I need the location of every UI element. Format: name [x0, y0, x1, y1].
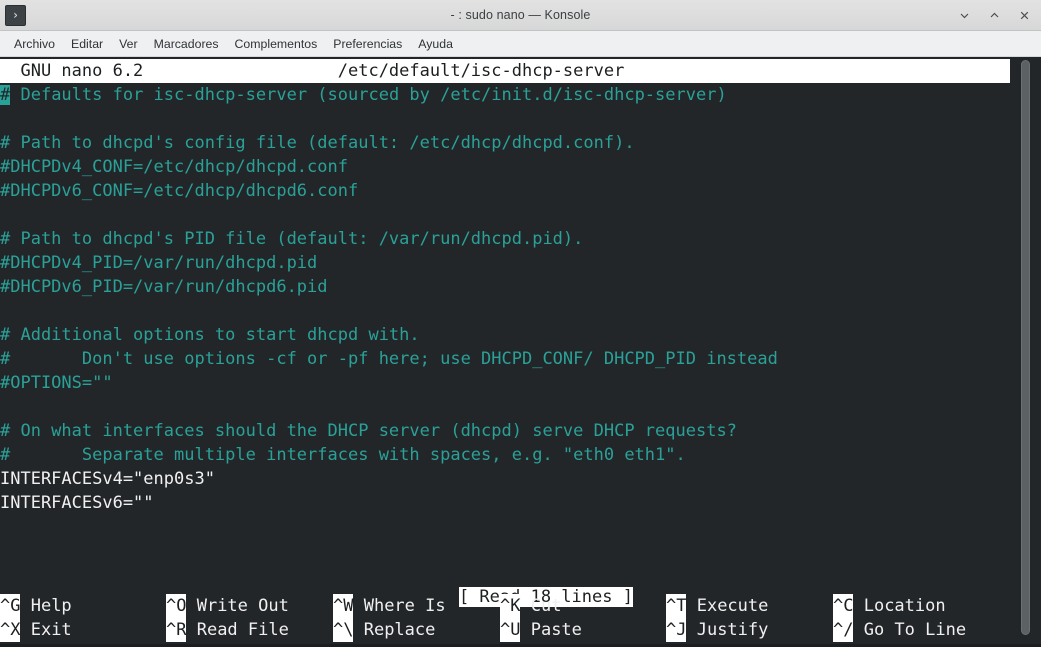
shortcut-key: ^/ [833, 618, 854, 642]
shortcut-key: ^U [500, 618, 521, 642]
menu-item-ver[interactable]: Ver [111, 34, 145, 54]
editor-line[interactable]: #DHCPDv4_CONF=/etc/dhcp/dhcpd.conf [0, 155, 1041, 179]
shortcut-read-file[interactable]: ^R Read File [166, 618, 289, 642]
editor-line[interactable]: # Defaults for isc-dhcp-server (sourced … [0, 83, 1041, 107]
menu-item-archivo[interactable]: Archivo [6, 34, 63, 54]
shortcut-key: ^T [666, 594, 687, 618]
shortcut-key: ^R [166, 618, 187, 642]
shortcut-where-is[interactable]: ^W Where Is [333, 594, 446, 618]
shortcut-location[interactable]: ^C Location [833, 594, 946, 618]
vertical-scrollbar[interactable] [1010, 57, 1041, 644]
shortcut-key: ^K [500, 594, 521, 618]
shortcut-help[interactable]: ^G Help [0, 594, 72, 618]
window-title: - : sudo nano — Konsole [450, 8, 591, 22]
nano-shortcut-bars: ^G Help ^O Write Out ^W Where Is ^K Cut ^T E… [0, 594, 1010, 642]
editor-line[interactable]: # Don't use options -cf or -pf here; use… [0, 347, 1041, 371]
nano-status-row: [ Read 18 lines ] [0, 561, 1010, 607]
shortcut-label: Exit [20, 620, 72, 640]
shortcut-row-2: ^X Exit ^R Read File ^\ Replace ^U Paste ^J … [0, 618, 1010, 642]
shortcut-label: Replace [353, 620, 436, 640]
shortcut-label: Go To Line [853, 620, 967, 640]
shortcut-label: Justify [686, 620, 769, 640]
menu-item-editar[interactable]: Editar [63, 34, 111, 54]
shortcut-row-1: ^G Help ^O Write Out ^W Where Is ^K Cut ^T E… [0, 594, 1010, 618]
editor-line[interactable]: #DHCPDv6_CONF=/etc/dhcp/dhcpd6.conf [0, 179, 1041, 203]
shortcut-justify[interactable]: ^J Justify [666, 618, 768, 642]
shortcut-key: ^X [0, 618, 21, 642]
shortcut-label: Location [853, 596, 946, 616]
editor-line[interactable]: INTERFACESv4="enp0s3" [0, 467, 1041, 491]
nano-editor-buffer[interactable]: # Defaults for isc-dhcp-server (sourced … [0, 83, 1041, 515]
editor-line[interactable] [0, 299, 1041, 323]
shortcut-label: Write Out [186, 596, 289, 616]
shortcut-cut[interactable]: ^K Cut [500, 594, 561, 618]
shortcut-write-out[interactable]: ^O Write Out [166, 594, 289, 618]
shortcut-execute[interactable]: ^T Execute [666, 594, 768, 618]
editor-line[interactable]: #DHCPDv6_PID=/var/run/dhcpd6.pid [0, 275, 1041, 299]
shortcut-label: Execute [686, 596, 769, 616]
shortcut-key: ^O [166, 594, 187, 618]
shortcut-label: Where Is [353, 596, 446, 616]
editor-line[interactable] [0, 107, 1041, 131]
title-bar: › - : sudo nano — Konsole [0, 0, 1041, 31]
shortcut-key: ^\ [333, 618, 354, 642]
terminal-area[interactable]: GNU nano 6.2 /etc/default/isc-dhcp-serve… [0, 57, 1041, 644]
editor-line[interactable]: # Path to dhcpd's config file (default: … [0, 131, 1041, 155]
close-icon[interactable] [1018, 9, 1031, 22]
editor-line-text: Defaults for isc-dhcp-server (sourced by… [10, 85, 727, 105]
editor-line[interactable]: #OPTIONS="" [0, 371, 1041, 395]
scrollbar-thumb[interactable] [1021, 60, 1030, 635]
editor-line[interactable] [0, 203, 1041, 227]
shortcut-key: ^C [833, 594, 854, 618]
editor-line[interactable] [0, 395, 1041, 419]
shortcut-go-to-line[interactable]: ^/ Go To Line [833, 618, 966, 642]
editor-line[interactable]: INTERFACESv6="" [0, 491, 1041, 515]
shortcut-key: ^G [0, 594, 21, 618]
shortcut-paste[interactable]: ^U Paste [500, 618, 582, 642]
shortcut-key: ^J [666, 618, 687, 642]
terminal-prompt-icon: › [5, 4, 26, 26]
editor-line[interactable]: # Separate multiple interfaces with spac… [0, 443, 1041, 467]
menu-item-marcadores[interactable]: Marcadores [146, 34, 227, 54]
shortcut-label: Cut [520, 596, 562, 616]
shortcut-label: Help [20, 596, 72, 616]
shortcut-label: Paste [520, 620, 582, 640]
editor-line[interactable]: # Path to dhcpd's PID file (default: /va… [0, 227, 1041, 251]
konsole-window: › - : sudo nano — Konsole Archivo Editar… [0, 0, 1041, 647]
window-controls [958, 9, 1041, 22]
menu-item-ayuda[interactable]: Ayuda [410, 34, 461, 54]
shortcut-exit[interactable]: ^X Exit [0, 618, 72, 642]
shortcut-key: ^W [333, 594, 354, 618]
menu-item-preferencias[interactable]: Preferencias [325, 34, 410, 54]
menu-item-complementos[interactable]: Complementos [227, 34, 326, 54]
nano-title-bar: GNU nano 6.2 /etc/default/isc-dhcp-serve… [0, 59, 1010, 83]
shortcut-label: Read File [186, 620, 289, 640]
maximize-icon[interactable] [988, 9, 1001, 22]
minimize-icon[interactable] [958, 9, 971, 22]
text-cursor: # [0, 85, 11, 105]
editor-line[interactable]: # On what interfaces should the DHCP ser… [0, 419, 1041, 443]
shortcut-replace[interactable]: ^\ Replace [333, 618, 435, 642]
editor-line[interactable]: #DHCPDv4_PID=/var/run/dhcpd.pid [0, 251, 1041, 275]
menu-bar: Archivo Editar Ver Marcadores Complement… [0, 31, 1041, 57]
editor-line[interactable]: # Additional options to start dhcpd with… [0, 323, 1041, 347]
